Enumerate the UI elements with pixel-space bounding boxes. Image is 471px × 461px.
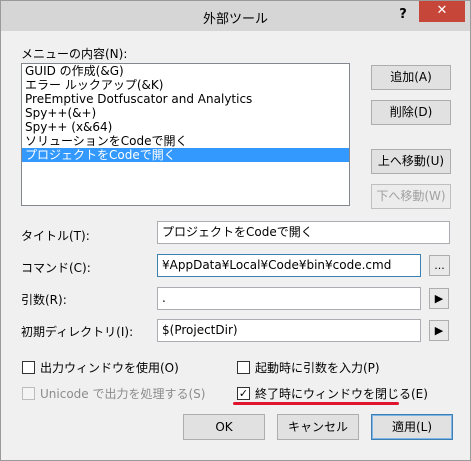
list-item[interactable]: PreEmptive Dotfuscator and Analytics: [22, 92, 349, 106]
unicode-output-label: Unicode で出力を処理する(S): [40, 387, 206, 401]
initial-directory-label: 初期ディレクトリ(I):: [21, 325, 134, 339]
arguments-menu-arrow-icon[interactable]: ▶: [429, 288, 449, 309]
title-bar: 外部ツール ? ✕: [1, 1, 470, 31]
external-tools-dialog: 外部ツール ? ✕ メニューの内容(N): GUID の作成(&G) エラー ル…: [0, 0, 471, 461]
help-button[interactable]: ?: [394, 6, 412, 24]
add-button[interactable]: 追加(A): [371, 65, 451, 90]
menu-contents-label: メニューの内容(N):: [21, 47, 128, 61]
arguments-label: 引数(R):: [21, 293, 67, 307]
list-item[interactable]: エラー ルックアップ(&K): [22, 78, 349, 92]
prompt-arguments-checkbox[interactable]: [237, 361, 250, 374]
initial-directory-menu-arrow-icon[interactable]: ▶: [429, 320, 449, 341]
apply-button[interactable]: 適用(L): [371, 414, 453, 440]
use-output-window-checkbox[interactable]: [22, 361, 35, 374]
list-item[interactable]: Spy++ (x&64): [22, 120, 349, 134]
move-down-button[interactable]: 下へ移動(W): [371, 184, 451, 209]
close-on-exit-label: 終了時にウィンドウを閉じる(E): [255, 387, 428, 401]
list-item-selected[interactable]: プロジェクトをCodeで開く: [22, 148, 349, 162]
annotation-underline: [233, 402, 399, 405]
move-up-button[interactable]: 上へ移動(U): [371, 149, 451, 174]
arguments-field[interactable]: .: [157, 287, 421, 310]
menu-contents-list[interactable]: GUID の作成(&G) エラー ルックアップ(&K) PreEmptive D…: [21, 63, 350, 206]
cancel-button[interactable]: キャンセル: [277, 414, 359, 440]
title-label: タイトル(T):: [21, 229, 90, 243]
list-item[interactable]: Spy++(&+): [22, 106, 349, 120]
use-output-window-label: 出力ウィンドウを使用(O): [40, 361, 179, 375]
command-field[interactable]: ¥AppData¥Local¥Code¥bin¥code.cmd: [157, 254, 421, 277]
list-item[interactable]: ソリューションをCodeで開く: [22, 134, 349, 148]
initial-directory-field[interactable]: $(ProjectDir): [157, 319, 421, 342]
delete-button[interactable]: 削除(D): [371, 100, 451, 125]
unicode-output-checkbox[interactable]: [22, 387, 35, 400]
title-field[interactable]: プロジェクトをCodeで開く: [157, 221, 450, 244]
command-browse-button[interactable]: ...: [429, 255, 450, 276]
command-label: コマンド(C):: [21, 261, 91, 275]
ok-button[interactable]: OK: [183, 414, 265, 440]
list-item[interactable]: GUID の作成(&G): [22, 64, 349, 78]
close-on-exit-checkbox[interactable]: ✓: [237, 387, 250, 400]
prompt-arguments-label: 起動時に引数を入力(P): [255, 361, 380, 375]
close-button[interactable]: ✕: [419, 1, 465, 22]
